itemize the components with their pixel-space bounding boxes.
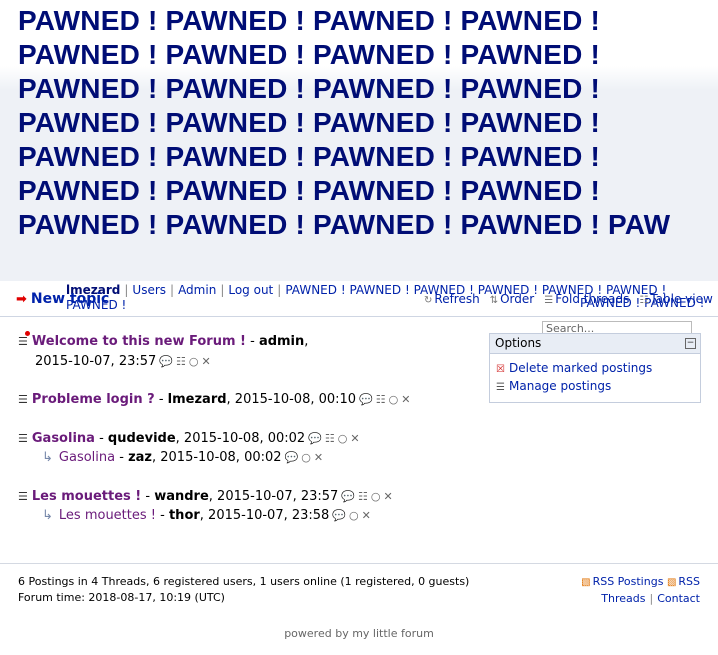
thread-row: ☰ Les mouettes ! - wandre, 2015-10-07, 23… [18,489,393,504]
delete-x-icon[interactable]: ✕ [314,451,323,464]
delete-x-icon[interactable]: ✕ [350,432,359,445]
forum-title[interactable]: PAWNED ! PAWNED ! PAWNED ! PAWNED ! PAWN… [18,4,708,242]
thread-row: ☰ Gasolina - qudevide, 2015-10-08, 00:02 💬… [18,431,360,446]
reply-author: zaz [128,450,152,465]
manage-postings-link[interactable]: ☰ Manage postings [496,379,611,393]
order-label: Order [500,292,535,306]
tree-icon[interactable]: ☷ [376,393,386,406]
rss-postings-link[interactable]: RSS Postings [593,575,664,588]
footer-divider [0,563,718,564]
reply-date: 2015-10-08, 00:02 [160,450,282,465]
table-view-button[interactable]: ☷ Table view [639,292,712,306]
reply-row: ↳ Gasolina - zaz, 2015-10-08, 00:02 💬 ○ ✕ [42,450,324,465]
delete-x-icon[interactable]: ✕ [362,509,371,522]
rss-link[interactable]: RSS [678,575,700,588]
mark-circle-icon[interactable]: ○ [301,451,311,464]
powered-by[interactable]: powered by my little forum [0,627,718,640]
forum-time: Forum time: 2018-08-17, 10:19 (UTC) [18,591,225,604]
tree-icon[interactable]: ☷ [358,490,368,503]
reply-icon[interactable]: 💬 [159,355,173,368]
thread-author: wandre [154,489,209,504]
thread-subject-link[interactable]: Gasolina [32,431,95,446]
thread-date: 2015-10-07, 23:57 [217,489,339,504]
reply-arrow-icon: ↳ [42,508,53,523]
thread-row: ☰ Welcome to this new Forum ! - admin, [18,331,308,351]
refresh-button[interactable]: ↻ Refresh [424,292,480,306]
reply-row: ↳ Les mouettes ! - thor, 2015-10-07, 23:5… [42,508,371,523]
thread-icon: ☰ [18,393,28,406]
view-options: ↻ Refresh ⇅ Order ☰ Fold threads ☷ Table view [424,292,718,306]
options-box: Options − ☒ Delete marked postings ☰ Manag… [489,333,701,403]
reply-icon[interactable]: 💬 [332,509,346,522]
reply-icon[interactable]: 💬 [341,490,355,503]
threads-link[interactable]: Threads [601,592,645,605]
fold-threads-label: Fold threads [555,292,630,306]
rss-icon: ▧ [581,577,591,588]
mark-circle-icon[interactable]: ○ [338,432,348,445]
reply-icon[interactable]: 💬 [285,451,299,464]
delete-x-icon[interactable]: ✕ [201,355,210,368]
thread-subject-link[interactable]: Les mouettes ! [32,489,141,504]
minimize-icon[interactable]: − [685,338,696,349]
thread-row: ☰ Probleme login ? - lmezard, 2015-10-08,… [18,392,411,407]
delete-marked-label: Delete marked postings [509,361,653,375]
reply-author: thor [168,508,200,523]
order-button[interactable]: ⇅ Order [490,292,535,306]
mark-circle-icon[interactable]: ○ [389,393,399,406]
thread-date: 2015-10-08, 00:02 [183,431,306,446]
thread-author: admin [258,334,305,349]
delete-x-icon[interactable]: ✕ [401,393,410,406]
arrow-right-icon: ➡ [16,292,27,307]
fold-threads-button[interactable]: ☰ Fold threads [544,292,629,306]
thread-row-continuation: 2015-10-07, 23:57 💬 ☷ ○ ✕ [35,353,211,371]
forum-stats: 6 Postings in 4 Threads, 6 registered us… [18,574,469,606]
refresh-label: Refresh [434,292,480,306]
refresh-icon: ↻ [424,295,433,306]
thread-icon: ☰ [18,432,28,445]
reply-date: 2015-10-07, 23:58 [208,508,330,523]
reply-icon[interactable]: 💬 [308,432,322,445]
tree-icon[interactable]: ☷ [325,432,335,445]
tree-icon[interactable]: ☷ [176,355,186,368]
sort-icon: ⇅ [489,295,499,306]
mark-circle-icon[interactable]: ○ [349,509,359,522]
rss-icon: ▧ [666,577,677,588]
delete-x-icon[interactable]: ✕ [384,490,393,503]
thread-author: lmezard [167,392,227,407]
new-posting-dot [25,331,30,336]
reply-icon[interactable]: 💬 [359,393,373,406]
forum-header: PAWNED ! PAWNED ! PAWNED ! PAWNED ! PAWN… [0,0,718,281]
manage-postings-label: Manage postings [509,379,612,393]
separator: | [649,592,654,605]
thread-icon: ☰ [18,335,28,348]
list-icon: ☰ [496,382,505,393]
table-view-label: Table view [650,292,713,306]
footer-links: ▧ RSS Postings ▧ RSS Threads | Contact [581,574,700,607]
stats-text: 6 Postings in 4 Threads, 6 registered us… [18,575,470,588]
thread-subject-link[interactable]: Welcome to this new Forum ! [32,334,246,349]
thread-date: 2015-10-07, 23:57 [35,354,157,369]
options-header: Options [490,334,700,354]
table-icon: ☷ [639,295,649,306]
thread-author: qudevide [107,431,176,446]
fold-icon: ☰ [544,295,554,306]
new-topic-label: New topic [30,291,110,307]
reply-arrow-icon: ↳ [42,450,53,465]
reply-subject-link[interactable]: Gasolina [59,450,115,465]
delete-icon: ☒ [496,364,505,375]
thread-icon: ☰ [18,490,28,503]
mark-circle-icon[interactable]: ○ [189,355,199,368]
options-title: Options [495,336,542,350]
thread-subject-link[interactable]: Probleme login ? [32,392,155,407]
thread-date: 2015-10-08, 00:10 [234,392,357,407]
delete-marked-link[interactable]: ☒ Delete marked postings [496,361,652,375]
mark-circle-icon[interactable]: ○ [371,490,381,503]
sub-navigation: ➡ New topic ↻ Refresh ⇅ Order ☰ Fold threads ☷ T… [0,284,718,317]
reply-subject-link[interactable]: Les mouettes ! [59,508,156,523]
new-topic-button[interactable]: ➡ New topic [16,291,109,307]
contact-link[interactable]: Contact [657,592,700,605]
